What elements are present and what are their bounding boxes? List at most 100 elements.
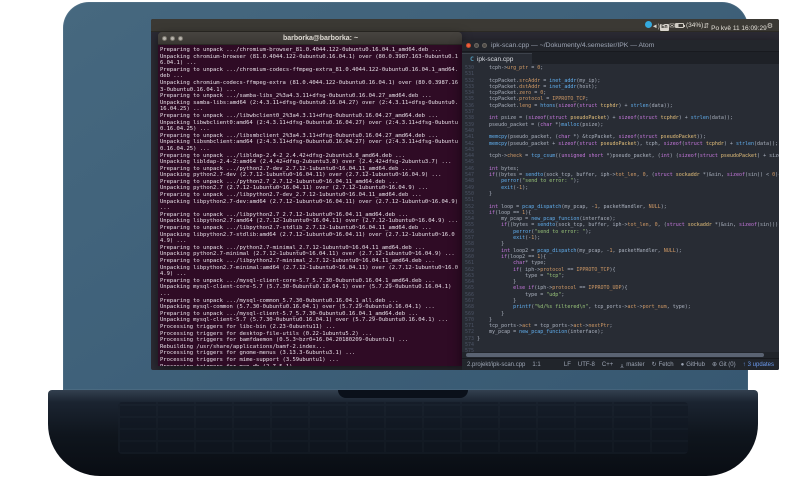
laptop-mockup: ◄) En ✉ (34%) ⇵ Po kvě 11 16:09:29 ⚙ barborka@… — [0, 0, 800, 477]
clock[interactable]: Po kvě 11 16:09:29 — [709, 22, 767, 35]
maximize-icon[interactable] — [482, 43, 487, 48]
terminal-output-line: Unpacking libsmbclient:amd64 (2:4.3.11+d… — [160, 139, 459, 152]
volume[interactable]: ◄) — [652, 21, 660, 34]
code-editor[interactable]: 530 tcph->urg_ptr = 0; 531 532 tcpPacket.s… — [462, 64, 779, 352]
status-git-branch[interactable]: Ymaster — [620, 362, 644, 368]
terminal-output-line: Unpacking samba-libs:amd64 (2:4.3.11+dfs… — [160, 99, 459, 113]
battery[interactable]: (34%) — [674, 19, 704, 32]
terminal-output-line: Unpacking python2.7-minimal (2.7.12-1ubu… — [160, 251, 455, 258]
editor-statusbar: 2.projekt/ipk-scan.cpp 1:1 LF UTF-8 C++ Ymas… — [462, 358, 779, 370]
file-path-label: 2.projekt/ipk-scan.cpp — [467, 361, 526, 368]
terminal-titlebar[interactable]: barborka@barborka: ~ — [158, 32, 462, 45]
scrollbar-thumb[interactable] — [466, 353, 764, 357]
status-line-ending[interactable]: LF — [564, 362, 571, 368]
system-tray: ◄) En ✉ (34%) ⇵ Po kvě 11 16:09:29 ⚙ — [644, 19, 773, 35]
terminal-output-line: Processing triggers for desktop-file-uti… — [160, 330, 372, 337]
telegram-icon — [644, 21, 652, 29]
laptop-hinge — [338, 390, 468, 398]
editor-window-controls — [466, 43, 487, 48]
terminal-output-line: Preparing to unpack .../libpython2.7-min… — [160, 258, 435, 264]
terminal-output-line: Unpacking libpython2.7-dev:amd64 (2.7.12… — [160, 198, 462, 212]
laptop-lid: ◄) En ✉ (34%) ⇵ Po kvě 11 16:09:29 ⚙ barborka@… — [63, 2, 779, 390]
close-icon[interactable] — [466, 43, 471, 48]
grammar-label: C++ — [601, 361, 614, 368]
terminal-output-line: Unpacking python2.7 (2.7.12-1ubuntu0~16.… — [160, 185, 429, 192]
status-right: LF UTF-8 C++ Ymaster ↻ Fetch ● GitHub ⊕ Git (0) ↑ 3… — [564, 361, 774, 369]
terminal-output-line: Preparing to unpack .../samba-libs_2%3a4… — [160, 93, 432, 100]
terminal-output-line: Unpacking mysql-client-core-5.7 (5.7.30-… — [160, 284, 455, 297]
terminal-output-line: Preparing to unpack .../libpython2.7_2.7… — [160, 211, 409, 218]
close-icon[interactable] — [162, 35, 167, 41]
battery-label: (34%) — [685, 22, 704, 30]
status-git-fetch[interactable]: ↻ Fetch — [651, 361, 674, 369]
status-cursor-position[interactable]: 1:1 — [532, 362, 540, 368]
github-icon: ● — [680, 361, 685, 368]
terminal-output-line: Unpacking libpython2.7:amd64 (2.7.12-1ub… — [160, 218, 459, 225]
git-changes-label: Git (0) — [718, 361, 736, 368]
terminal-output-line: Preparing to unpack .../chromium-codecs-… — [160, 66, 459, 80]
battery-icon — [674, 23, 685, 29]
terminal-output-line: Unpacking mysql-common (5.7.30-0ubuntu0.… — [160, 304, 435, 311]
github-label: GitHub — [686, 361, 705, 368]
terminal-output-line: Processing triggers for man-db (2.7.5-1)… — [160, 364, 460, 367]
status-github[interactable]: ● GitHub — [681, 362, 705, 368]
status-encoding[interactable]: UTF-8 — [578, 362, 595, 368]
terminal-output-line: Rebuilding /usr/share/applications/bamf-… — [160, 343, 326, 350]
terminal-output-line: Processing triggers for mime-support (3.… — [160, 356, 339, 363]
terminal-output-line: Preparing to unpack .../libldap-2.4-2_2.… — [160, 152, 406, 159]
terminal-output-line: Unpacking libldap-2.4-2:amd64 (2.4.42+df… — [160, 159, 452, 166]
minimize-icon[interactable] — [170, 35, 175, 41]
tab-label: ipk-scan.cpp — [476, 55, 514, 63]
telegram[interactable] — [644, 21, 652, 29]
terminal-output-line: Preparing to unpack .../chromium-browser… — [160, 47, 442, 53]
encoding-label: UTF-8 — [577, 361, 595, 368]
minimize-icon[interactable] — [474, 43, 479, 48]
terminal-output-line: Unpacking libpython2.7-stdlib:amd64 (2.7… — [160, 231, 455, 245]
cursor-position-label: 1:1 — [532, 361, 541, 368]
updates-label: 3 updates — [747, 361, 774, 368]
line-ending-label: LF — [563, 361, 571, 368]
terminal-output-line: Unpacking chromium-codecs-ffmpeg-extra (… — [160, 79, 459, 93]
status-git-changes[interactable]: ⊕ Git (0) — [712, 361, 736, 369]
branch-icon: Y — [620, 361, 625, 368]
status-updates[interactable]: ↑ 3 updates — [743, 362, 774, 368]
editor-window: ipk-scan.cpp — ~/Dokumenty/4.semester/IP… — [462, 40, 779, 370]
status-file-path[interactable]: 2.projekt/ipk-scan.cpp — [467, 362, 525, 368]
terminal-output-line: Unpacking libwbclient0:amd64 (2:4.3.11+d… — [160, 119, 459, 133]
terminal-output-line: Preparing to unpack .../mysql-client-cor… — [160, 277, 435, 284]
terminal-window: barborka@barborka: ~ Preparing to unpack… — [158, 32, 462, 366]
terminal-output-line: Preparing to unpack .../python2.7_2.7.12… — [160, 178, 399, 185]
horizontal-scrollbar[interactable] — [462, 352, 779, 358]
terminal-output-line: Preparing to unpack .../python2.7-minima… — [160, 244, 425, 251]
terminal-output-line: Preparing to unpack .../mysql-common_5.7… — [160, 297, 399, 304]
editor-titlebar[interactable]: ipk-scan.cpp — ~/Dokumenty/4.semester/IP… — [462, 40, 779, 52]
terminal-output-line: Processing triggers for libc-bin (2.23-0… — [160, 323, 336, 330]
keyboard-layout-icon: En — [659, 24, 670, 32]
c-file-icon: C — [470, 55, 474, 63]
tab-ipk-scan[interactable]: C ipk-scan.cpp — [462, 53, 532, 64]
clock-label: Po kvě 11 16:09:29 — [711, 24, 767, 32]
terminal-output-line: Processing triggers for gnome-menus (3.1… — [160, 350, 356, 357]
terminal-output-line: Unpacking python2.7-dev (2.7.12-1ubuntu0… — [160, 172, 442, 179]
terminal-output-line: Unpacking libpython2.7-minimal:amd64 (2.… — [160, 264, 459, 278]
terminal-output[interactable]: Preparing to unpack .../chromium-browser… — [158, 45, 462, 366]
top-panel: ◄) En ✉ (34%) ⇵ Po kvě 11 16:09:29 ⚙ — [151, 19, 779, 32]
git-fetch-label: Fetch — [658, 361, 674, 368]
terminal-window-controls — [162, 35, 183, 41]
status-grammar[interactable]: C++ — [602, 362, 613, 368]
laptop-keyboard — [118, 402, 688, 454]
terminal-output-line: Preparing to unpack .../python2.7-dev_2.… — [160, 165, 412, 172]
keyboard-layout[interactable]: En — [659, 24, 670, 32]
session-menu[interactable]: ⚙ — [767, 20, 773, 33]
update-icon: ↑ — [742, 361, 746, 368]
laptop-base — [48, 390, 758, 476]
git-branch-label: master — [626, 361, 645, 368]
status-left: 2.projekt/ipk-scan.cpp 1:1 — [467, 362, 541, 368]
laptop-screen: ◄) En ✉ (34%) ⇵ Po kvě 11 16:09:29 ⚙ barborka@… — [151, 19, 779, 370]
volume-icon: ◄) — [651, 24, 660, 31]
terminal-output-line: Preparing to unpack .../libpython2.7-dev… — [160, 192, 422, 199]
sync-icon: ↻ — [651, 362, 657, 368]
terminal-output-line: Unpacking chromium-browser (81.0.4044.12… — [160, 53, 459, 67]
terminal-output-line: Preparing to unpack .../mysql-client-5.7… — [160, 310, 419, 317]
terminal-output-line: Preparing to unpack .../libsmbclient_2%3… — [160, 132, 439, 139]
